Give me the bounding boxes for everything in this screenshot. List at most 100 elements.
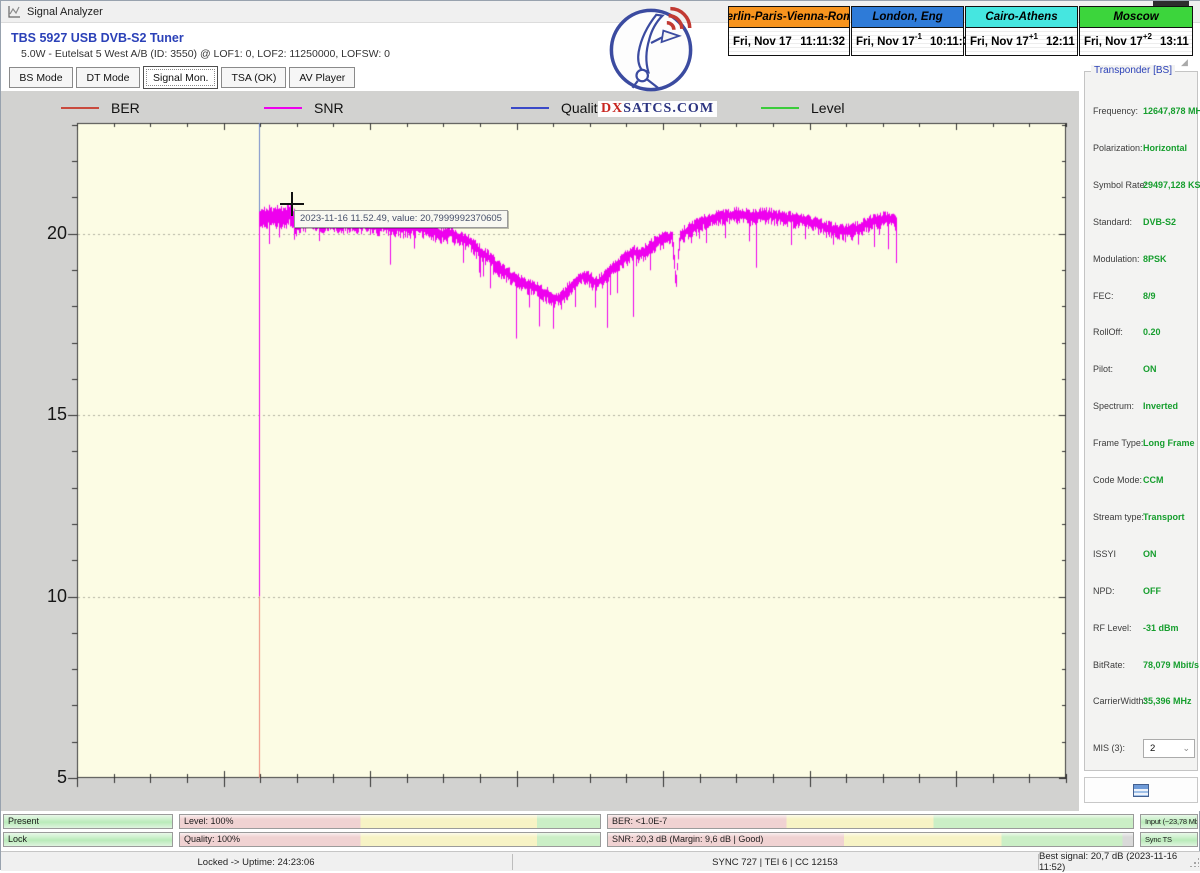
tab-tsa-ok-[interactable]: TSA (OK) bbox=[221, 67, 286, 88]
transponder-value: ON bbox=[1143, 549, 1157, 559]
transponder-label: Pilot: bbox=[1093, 364, 1113, 374]
y-axis-tick-label: 15 bbox=[23, 404, 67, 425]
legend-item-snr: SNR bbox=[264, 99, 344, 117]
clock-london-eng: London, EngFri, Nov 17-110:11:32 bbox=[851, 6, 964, 56]
transponder-value: Long Frame bbox=[1143, 438, 1195, 448]
signal-analyzer-window: { "window": { "title": "Signal Analyzer"… bbox=[0, 0, 1200, 870]
statusbar-best-signal: Best signal: 20,7 dB (2023-11-16 11:52) bbox=[1039, 852, 1200, 872]
clock-date: Fri, Nov 17 bbox=[1084, 36, 1143, 48]
transponder-value: CCM bbox=[1143, 475, 1164, 485]
clock-utc-offset: +1 bbox=[1029, 32, 1038, 41]
indicator-bar-level: Level: 100% bbox=[179, 814, 601, 829]
indicator-lock: Lock bbox=[3, 832, 173, 847]
clock-time: Fri, Nov 17-110:11:32 bbox=[852, 28, 963, 55]
snr-chart-plot[interactable] bbox=[1, 91, 1079, 811]
clock-time: Fri, Nov 17+112:11 bbox=[966, 28, 1077, 55]
indicator-bar-quality: Quality: 100% bbox=[179, 832, 601, 847]
clock-time: Fri, Nov 1711:11:32 bbox=[729, 28, 849, 55]
transponder-value: 0.20 bbox=[1143, 327, 1161, 337]
transponder-label: Code Mode: bbox=[1093, 475, 1142, 485]
transponder-value: OFF bbox=[1143, 586, 1161, 596]
legend-line-swatch bbox=[264, 107, 302, 109]
transponder-label: Stream type: bbox=[1093, 512, 1144, 522]
legend-line-swatch bbox=[511, 107, 549, 109]
transponder-row-carrierwidth-: CarrierWidth:35,396 MHz bbox=[1085, 696, 1199, 710]
clock-date: Fri, Nov 17 bbox=[970, 36, 1029, 48]
dxsatcs-wordmark: DXSATCS.COM bbox=[598, 101, 717, 117]
tab-av-player[interactable]: AV Player bbox=[289, 67, 355, 88]
transponder-value: 12647,878 MHz bbox=[1143, 106, 1200, 116]
legend-line-swatch bbox=[61, 107, 99, 109]
transponder-row-fec-: FEC:8/9 bbox=[1085, 291, 1199, 305]
transponder-panel: Transponder [BS] Frequency:12647,878 MHz… bbox=[1081, 63, 1200, 811]
transponder-groupbox: Transponder [BS] Frequency:12647,878 MHz… bbox=[1084, 71, 1198, 771]
dxsatcs-logo: DXSATCS.COM bbox=[598, 6, 704, 117]
clock-time: Fri, Nov 17+213:11 bbox=[1080, 28, 1192, 55]
clock-city-label: Cairo-Athens bbox=[966, 7, 1077, 28]
transponder-value: -31 dBm bbox=[1143, 623, 1179, 633]
legend-item-ber: BER bbox=[61, 99, 140, 117]
transponder-row-npd-: NPD:OFF bbox=[1085, 586, 1199, 600]
tab-bs-mode[interactable]: BS Mode bbox=[9, 67, 73, 88]
legend-label: Level bbox=[811, 100, 844, 116]
crosshair-cursor bbox=[291, 192, 293, 216]
transponder-label: Frame Type: bbox=[1093, 438, 1143, 448]
clock-resize-grip: ◢ bbox=[1181, 57, 1188, 68]
transponder-row-standard-: Standard:DVB-S2 bbox=[1085, 217, 1199, 231]
transponder-label: Symbol Rate: bbox=[1093, 180, 1147, 190]
indicator-sync-ts: Sync TS bbox=[1140, 832, 1198, 847]
transponder-label: Modulation: bbox=[1093, 254, 1140, 264]
transponder-value: Transport bbox=[1143, 512, 1185, 522]
transponder-row-frame-type-: Frame Type:Long Frame bbox=[1085, 438, 1199, 452]
transponder-label: CarrierWidth: bbox=[1093, 696, 1146, 706]
mis-label: MIS (3): bbox=[1093, 743, 1125, 753]
transponder-value: 8PSK bbox=[1143, 254, 1167, 264]
transponder-value: 35,396 MHz bbox=[1143, 696, 1192, 706]
transponder-label: BitRate: bbox=[1093, 660, 1125, 670]
transponder-row-polarization-: Polarization:Horizontal bbox=[1085, 143, 1199, 157]
transponder-row-code-mode-: Code Mode:CCM bbox=[1085, 475, 1199, 489]
legend-label: BER bbox=[111, 100, 140, 116]
logo-dx: DX bbox=[601, 101, 623, 116]
clock-utc-offset: -1 bbox=[915, 32, 922, 41]
clock-utc-offset: +2 bbox=[1143, 32, 1152, 41]
y-axis-tick-label: 10 bbox=[23, 586, 67, 607]
legend-label: SNR bbox=[314, 100, 344, 116]
statusbar-lock-uptime: Locked -> Uptime: 24:23:06 bbox=[1, 852, 511, 872]
logo-rest: SATCS.COM bbox=[623, 101, 714, 116]
app-icon bbox=[7, 5, 21, 19]
clock-date: Fri, Nov 17 bbox=[856, 36, 915, 48]
transponder-value: 78,079 Mbit/s bbox=[1143, 660, 1199, 670]
transponder-value: ON bbox=[1143, 364, 1157, 374]
ts-record-button[interactable] bbox=[1084, 777, 1198, 803]
clock-cairo-athens: Cairo-AthensFri, Nov 17+112:11 bbox=[965, 6, 1078, 56]
tuner-subtitle: 5.0W - Eutelsat 5 West A/B (ID: 3550) @ … bbox=[21, 48, 390, 60]
transponder-row-bitrate-: BitRate: 78,079 Mbit/s bbox=[1085, 660, 1199, 674]
transponder-row-pilot-: Pilot: ON bbox=[1085, 364, 1199, 378]
indicator-present: Present bbox=[3, 814, 173, 829]
transponder-value: 29497,128 KS/s bbox=[1143, 180, 1200, 190]
tab-dt-mode[interactable]: DT Mode bbox=[76, 67, 140, 88]
world-clocks: Berlin-Paris-Vienna-RomaFri, Nov 1711:11… bbox=[728, 6, 1198, 56]
tab-signal-mon-[interactable]: Signal Mon. bbox=[143, 66, 218, 89]
transponder-row-rf-level-: RF Level:-31 dBm bbox=[1085, 623, 1199, 637]
transponder-row-issyi: ISSYION bbox=[1085, 549, 1199, 563]
clock-city-label: Berlin-Paris-Vienna-Roma bbox=[729, 7, 849, 28]
chevron-down-icon: ⌄ bbox=[1182, 743, 1190, 754]
indicator-bar-ber: BER: <1.0E-7 bbox=[607, 814, 1134, 829]
y-axis-tick-label: 20 bbox=[23, 223, 67, 244]
transponder-label: FEC: bbox=[1093, 291, 1114, 301]
clock-hhmm: 11:11:32 bbox=[800, 36, 845, 48]
legend-item-quality: Quality bbox=[511, 99, 605, 117]
y-axis-tick-label: 5 bbox=[23, 767, 67, 788]
legend-line-swatch bbox=[761, 107, 799, 109]
background-window-sliver bbox=[1153, 1, 1189, 6]
clock-city-label: London, Eng bbox=[852, 7, 963, 28]
transponder-label: RollOff: bbox=[1093, 327, 1123, 337]
satellite-dish-icon bbox=[607, 6, 695, 94]
clock-moscow: MoscowFri, Nov 17+213:11 bbox=[1079, 6, 1193, 56]
clock-city-label: Moscow bbox=[1080, 7, 1192, 28]
statusbar: Locked -> Uptime: 24:23:06 SYNC 727 | TE… bbox=[1, 851, 1200, 871]
mis-dropdown[interactable]: 2 ⌄ bbox=[1143, 739, 1195, 758]
window-title: Signal Analyzer bbox=[27, 6, 103, 18]
